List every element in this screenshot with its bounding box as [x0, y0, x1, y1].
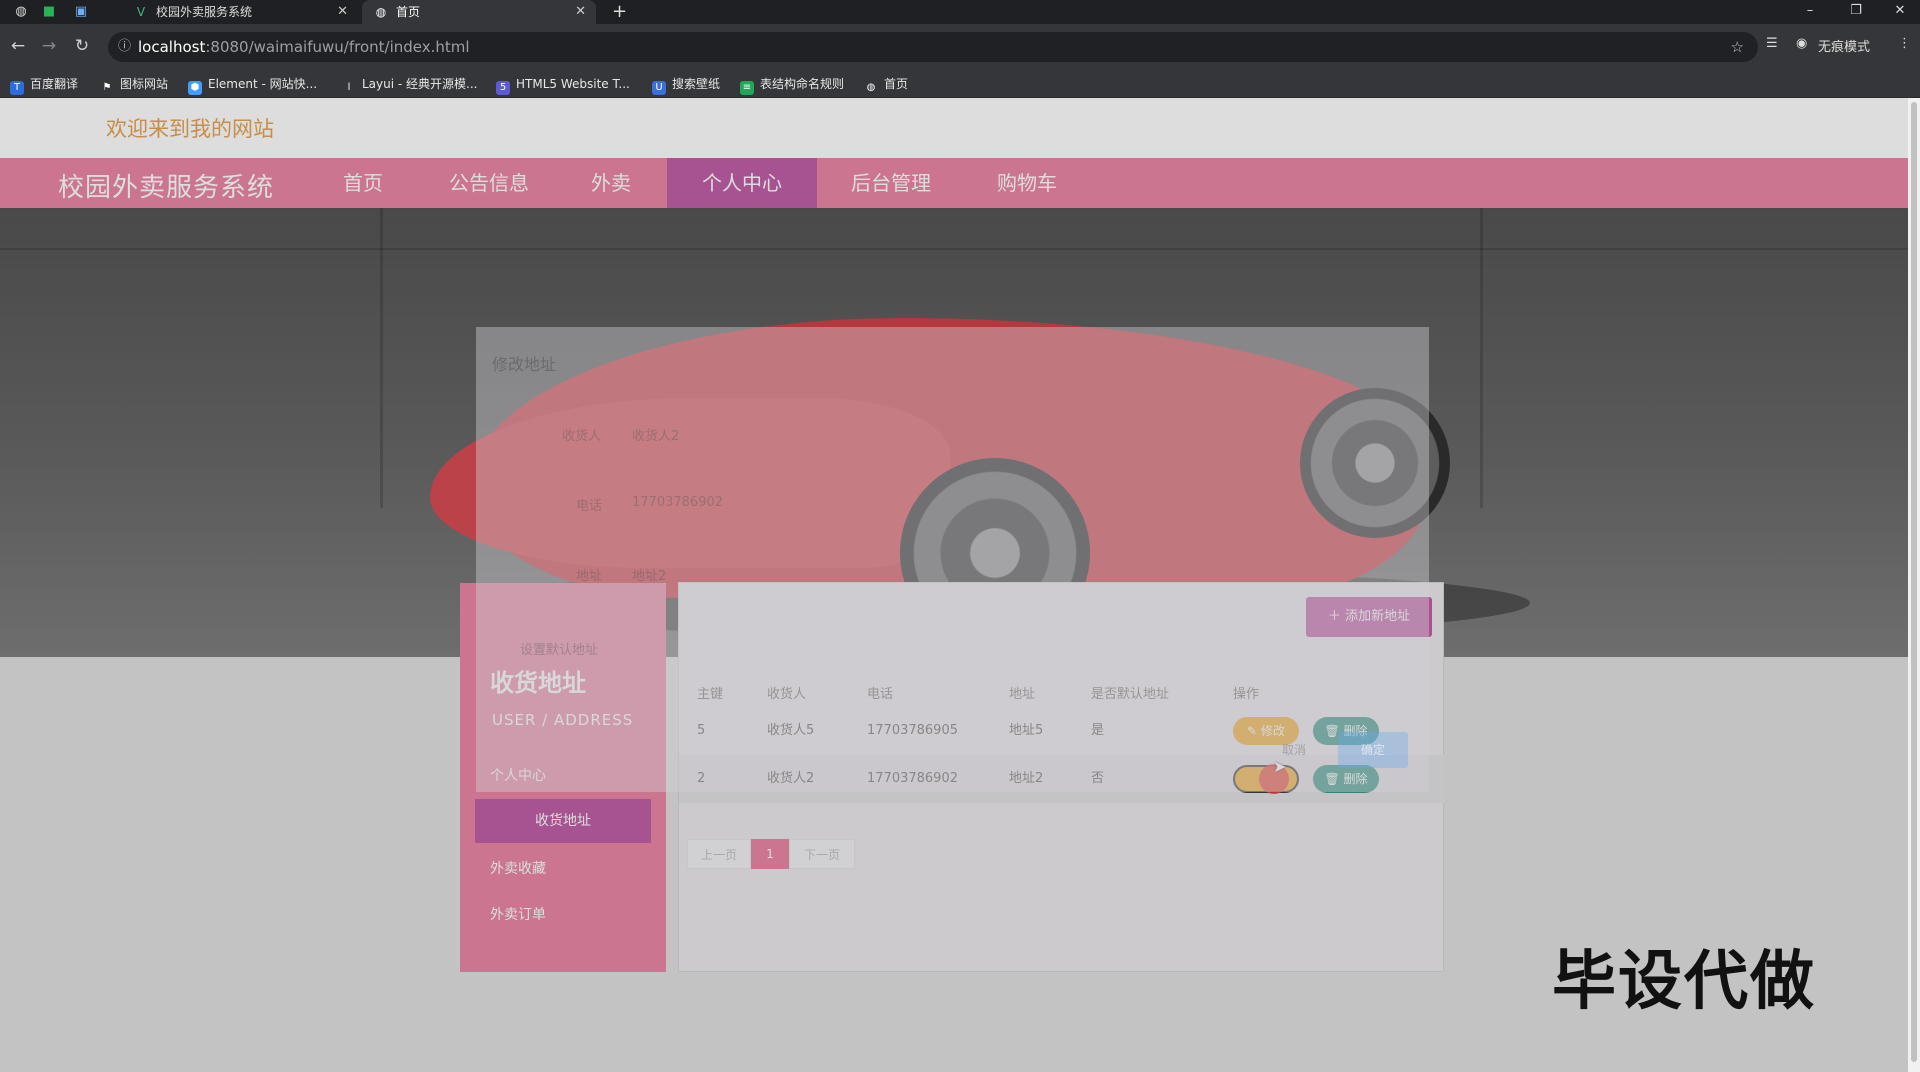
bookmark-label: HTML5 Website T... [516, 77, 630, 91]
pager-page[interactable]: 1 [751, 839, 789, 869]
modal-cancel-button[interactable]: 取消 [1259, 732, 1329, 768]
bookmark-item[interactable]: T 百度翻译 [10, 75, 78, 95]
bookmark-item[interactable]: 5 HTML5 Website T... [496, 75, 630, 95]
bookmark-item[interactable]: ≡ 表结构命名规则 [740, 75, 844, 95]
bookmark-label: Layui - 经典开源模... [362, 77, 478, 91]
url-path: :8080/waimaifuwu/front/index.html [205, 38, 470, 56]
nav-item-user-center[interactable]: 个人中心 [667, 158, 817, 208]
sidebar-item-address[interactable]: 收货地址 [475, 799, 651, 843]
page-scrollbar[interactable] [1908, 98, 1920, 1072]
url-host: localhost [138, 38, 206, 56]
bookmark-item[interactable]: ⚑ 图标网站 [100, 75, 169, 95]
nav-item-home[interactable]: 首页 [318, 158, 408, 208]
bookmark-star-icon[interactable]: ☆ [1731, 32, 1744, 62]
nav-item-admin[interactable]: 后台管理 [830, 158, 952, 208]
wallpaper-icon: U [652, 81, 666, 95]
bookmark-item[interactable]: l Layui - 经典开源模... [342, 75, 478, 95]
pinned-tab-icon[interactable]: ▣ [70, 3, 92, 21]
browser-tab-bar: ◍ ■ ▣ V 校园外卖服务系统 ✕ ◍ 首页 ✕ + – ❐ ✕ [0, 0, 1920, 24]
translate-icon: T [10, 81, 24, 95]
close-window-icon[interactable]: ✕ [1880, 0, 1920, 22]
edit-address-modal: 修改地址 收货人 收货人2 电话 17703786902 地址 地址2 设置默认… [476, 327, 1429, 792]
tab-title: 校园外卖服务系统 [156, 5, 253, 19]
modal-input-address[interactable]: 地址2 [632, 565, 666, 584]
element-icon: ⬢ [188, 81, 202, 95]
pinned-tab-icon[interactable]: ■ [38, 3, 60, 21]
pager-next[interactable]: 下一页 [789, 839, 855, 869]
bookmark-label: 表结构命名规则 [760, 77, 845, 91]
scrollbar-thumb[interactable] [1911, 102, 1917, 1062]
modal-label-address: 地址 [576, 569, 603, 584]
main-nav: 校园外卖服务系统 首页 公告信息 外卖 个人中心 后台管理 购物车 [0, 158, 1908, 208]
menu-kebab-icon[interactable]: ⋮ [1898, 36, 1911, 51]
sidebar-item-favorites[interactable]: 外卖收藏 [490, 858, 546, 878]
browser-tab[interactable]: V 校园外卖服务系统 ✕ [122, 0, 358, 24]
tab-title: 首页 [396, 5, 421, 19]
wall-line [0, 248, 1908, 250]
nav-item-takeaway[interactable]: 外卖 [570, 158, 652, 208]
reading-list-icon[interactable]: ☰ [1766, 36, 1778, 51]
flag-icon: ⚑ [102, 82, 112, 93]
bookmark-label: 搜索壁纸 [672, 77, 721, 91]
pager-prev[interactable]: 上一页 [687, 839, 751, 869]
sheet-icon: ≡ [740, 81, 754, 95]
restore-icon[interactable]: ❐ [1836, 0, 1876, 22]
address-bar: ← → ↻ ⓘ localhost:8080/waimaifuwu/front/… [0, 24, 1920, 70]
profile-label[interactable]: 无痕模式 [1818, 36, 1870, 55]
bookmark-label: 图标网站 [120, 77, 169, 91]
bookmark-label: 百度翻译 [30, 77, 79, 91]
sidebar-item-orders[interactable]: 外卖订单 [490, 904, 546, 924]
wall-line [380, 208, 383, 508]
close-icon[interactable]: ✕ [575, 0, 586, 24]
modal-input-receiver[interactable]: 收货人2 [632, 425, 679, 444]
bookmarks-bar: T 百度翻译 ⚑ 图标网站 ⬢ Element - 网站快... l Layui - 经… [0, 70, 1920, 98]
globe-icon: ◍ [375, 5, 387, 19]
bookmark-item[interactable]: U 搜索壁纸 [652, 75, 720, 95]
wall-line [1480, 208, 1483, 508]
new-tab-icon[interactable]: + [612, 0, 627, 24]
nav-item-cart[interactable]: 购物车 [972, 158, 1082, 208]
reload-icon[interactable]: ↻ [71, 36, 93, 56]
bookmark-label: 首页 [884, 77, 909, 91]
browser-tab-active[interactable]: ◍ 首页 ✕ [362, 0, 596, 24]
bookmark-label: Element - 网站快... [208, 77, 318, 91]
url-input[interactable]: ⓘ localhost:8080/waimaifuwu/front/index.… [108, 32, 1758, 62]
minimize-icon[interactable]: – [1790, 0, 1830, 22]
bookmark-item[interactable]: ◍ 首页 [864, 75, 908, 95]
bookmark-item[interactable]: ⬢ Element - 网站快... [188, 75, 317, 95]
site-brand[interactable]: 校园外卖服务系统 [58, 167, 274, 204]
pinned-tab-icon[interactable]: ◍ [10, 3, 32, 21]
html5-icon: 5 [496, 81, 510, 95]
close-icon[interactable]: ✕ [337, 0, 348, 24]
layui-icon: l [347, 82, 351, 93]
modal-confirm-button[interactable]: 确定 [1338, 732, 1408, 768]
modal-input-phone[interactable]: 17703786902 [632, 495, 723, 510]
forward-icon[interactable]: → [38, 36, 60, 56]
welcome-bar: 欢迎来到我的网站 [0, 98, 1908, 158]
watermark-text: 毕设代做 [1552, 945, 1816, 1019]
globe-icon: ◍ [866, 82, 876, 93]
modal-label-default: 设置默认地址 [520, 643, 599, 658]
modal-title: 修改地址 [492, 355, 557, 374]
welcome-text: 欢迎来到我的网站 [106, 117, 274, 141]
modal-label-receiver: 收货人 [562, 429, 602, 444]
back-icon[interactable]: ← [7, 36, 29, 56]
info-icon[interactable]: ⓘ [118, 32, 131, 62]
vue-icon: V [136, 5, 146, 19]
nav-item-notice[interactable]: 公告信息 [420, 158, 558, 208]
incognito-icon[interactable]: ◉ [1796, 36, 1807, 51]
modal-label-phone: 电话 [576, 499, 603, 514]
